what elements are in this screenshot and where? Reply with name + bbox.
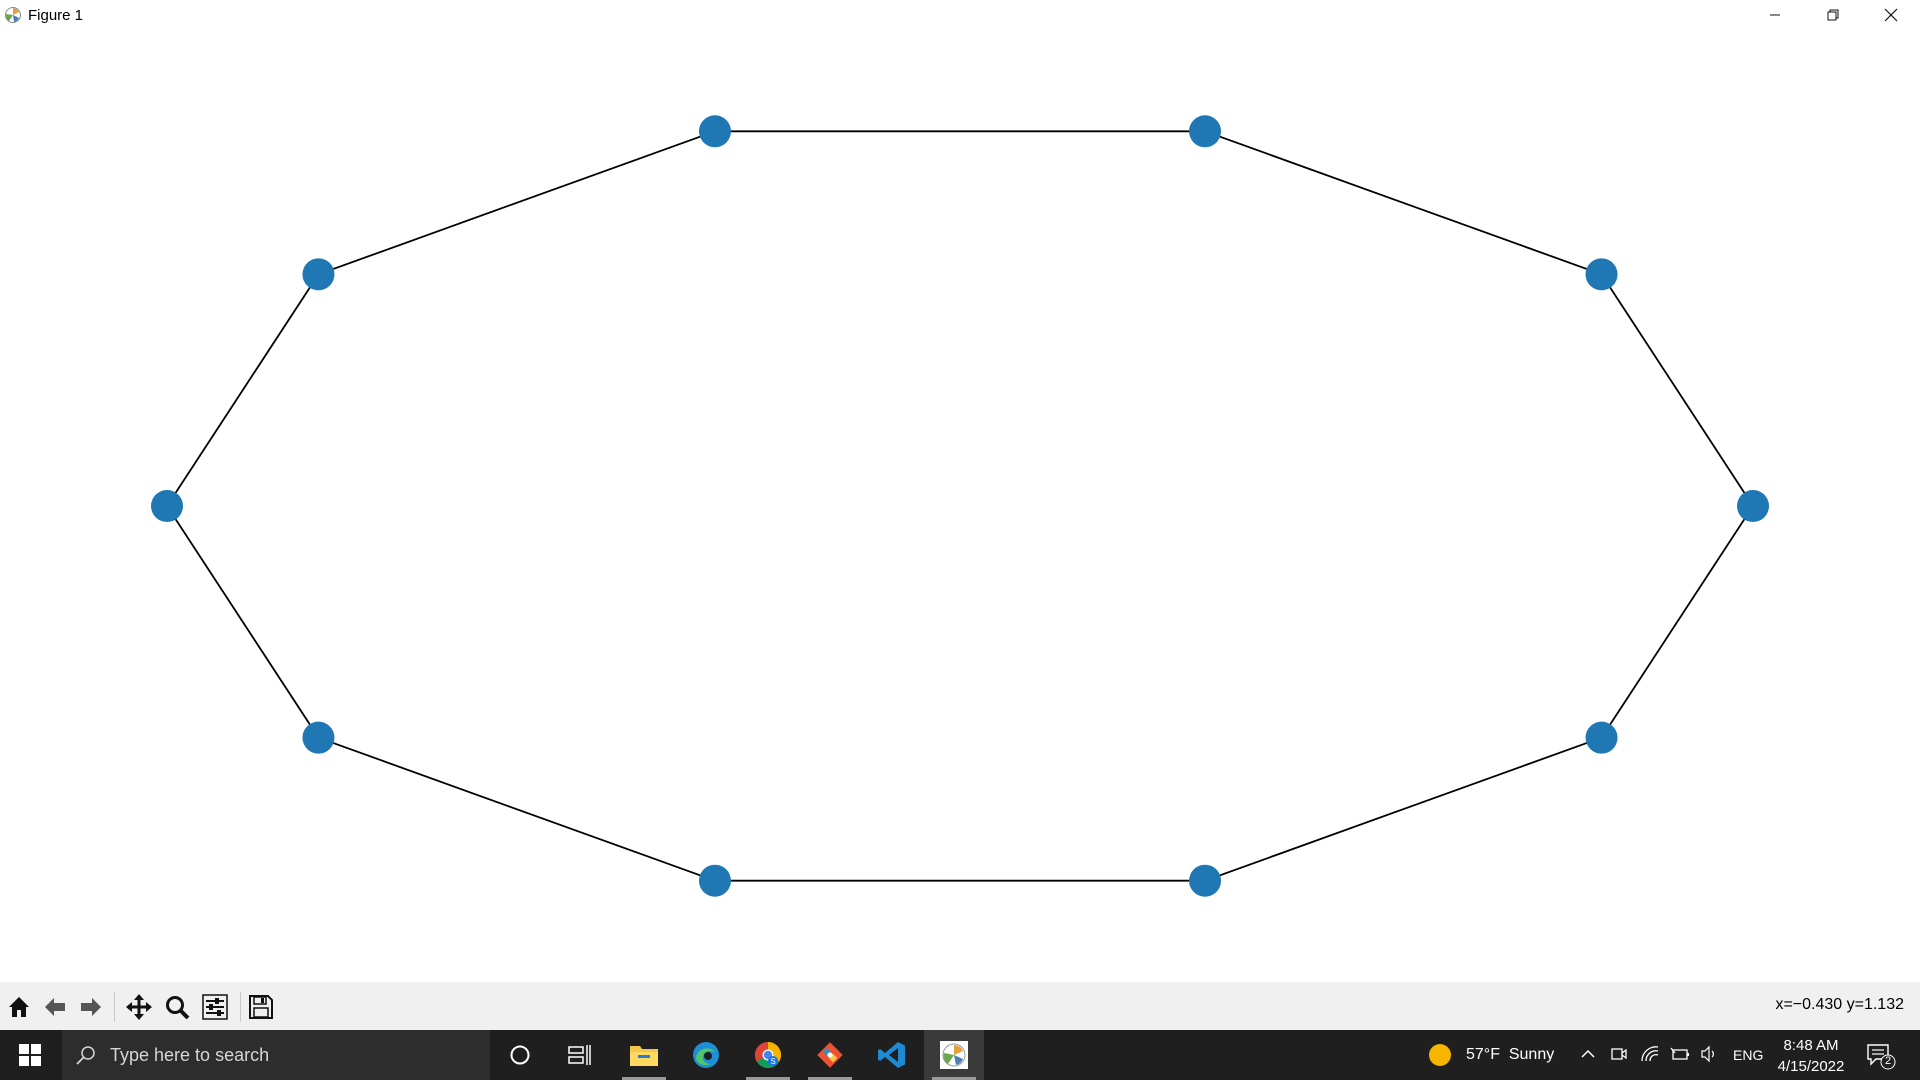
graph-edge: [318, 130, 716, 276]
toolbar-separator: [114, 992, 115, 1022]
cursor-coordinates: x=−0.430 y=1.132: [1775, 996, 1904, 1013]
graph-node: [698, 864, 731, 897]
graph-node: [1737, 490, 1769, 522]
svg-text:S: S: [770, 1057, 775, 1066]
back-icon[interactable]: [38, 990, 72, 1024]
notification-count: 2: [1884, 1055, 1892, 1067]
graph-node: [302, 258, 335, 291]
graph-node: [698, 115, 731, 148]
graph-edge: [1204, 130, 1602, 276]
home-icon[interactable]: [2, 990, 36, 1024]
graph-node: [1585, 258, 1618, 291]
matplotlib-taskbar-icon[interactable]: [924, 1030, 984, 1080]
clock-time: 8:48 AM: [1783, 1037, 1839, 1054]
graph-edge: [318, 736, 716, 882]
windows-start-icon[interactable]: [0, 1030, 60, 1080]
graph-edge: [1600, 505, 1754, 739]
cortana-icon[interactable]: [490, 1030, 550, 1080]
figure-canvas[interactable]: [0, 30, 1920, 982]
language-indicator[interactable]: ENG: [1733, 1047, 1763, 1063]
vscode-icon[interactable]: [862, 1030, 922, 1080]
graph-node: [302, 721, 335, 754]
edge-icon[interactable]: [676, 1030, 736, 1080]
clock-date: 4/15/2022: [1777, 1058, 1845, 1075]
battery-icon[interactable]: [1670, 1045, 1690, 1068]
toolbar-separator: [240, 992, 241, 1022]
window-controls: [1746, 0, 1920, 30]
network-icon[interactable]: [1640, 1045, 1660, 1068]
navigation-toolbar: x=−0.430 y=1.132: [0, 982, 1920, 1030]
configure-subplots-icon[interactable]: [198, 990, 232, 1024]
weather-text[interactable]: 57°F Sunny: [1466, 1046, 1554, 1064]
graph-plot: [151, 115, 1769, 897]
git-icon[interactable]: [800, 1030, 860, 1080]
clock[interactable]: 8:48 AM 4/15/2022: [1768, 1035, 1854, 1077]
graph-node: [1189, 864, 1222, 897]
graph-edge: [166, 505, 320, 739]
graph-node: [151, 490, 183, 522]
task-view-icon[interactable]: [550, 1030, 610, 1080]
close-icon[interactable]: [1862, 0, 1920, 30]
graph-node: [1585, 721, 1618, 754]
taskbar: Type here to search S 57°F Sunny ENG 8:4…: [0, 1030, 1920, 1080]
weather-sun-icon[interactable]: [1428, 1043, 1452, 1072]
chrome-icon[interactable]: S: [738, 1030, 798, 1080]
forward-icon[interactable]: [74, 990, 108, 1024]
window-title: Figure 1: [28, 6, 84, 24]
file-explorer-icon[interactable]: [614, 1030, 674, 1080]
graph-edge: [166, 273, 320, 507]
graph-node: [1189, 115, 1222, 148]
graph-edge: [1600, 273, 1754, 507]
zoom-icon[interactable]: [160, 990, 194, 1024]
save-icon[interactable]: [244, 990, 278, 1024]
volume-icon[interactable]: [1700, 1045, 1718, 1068]
chevron-up-icon[interactable]: [1580, 1046, 1596, 1067]
minimize-icon[interactable]: [1746, 0, 1804, 30]
graph-edge: [1204, 736, 1602, 882]
search-placeholder: Type here to search: [110, 1044, 270, 1065]
taskbar-search-box[interactable]: Type here to search: [62, 1030, 490, 1080]
pan-icon[interactable]: [122, 990, 156, 1024]
search-icon: [76, 1045, 96, 1065]
restore-icon[interactable]: [1804, 0, 1862, 30]
title-bar: Figure 1: [0, 0, 1920, 30]
meet-now-icon[interactable]: [1610, 1045, 1628, 1068]
matplotlib-icon: [2, 4, 24, 26]
